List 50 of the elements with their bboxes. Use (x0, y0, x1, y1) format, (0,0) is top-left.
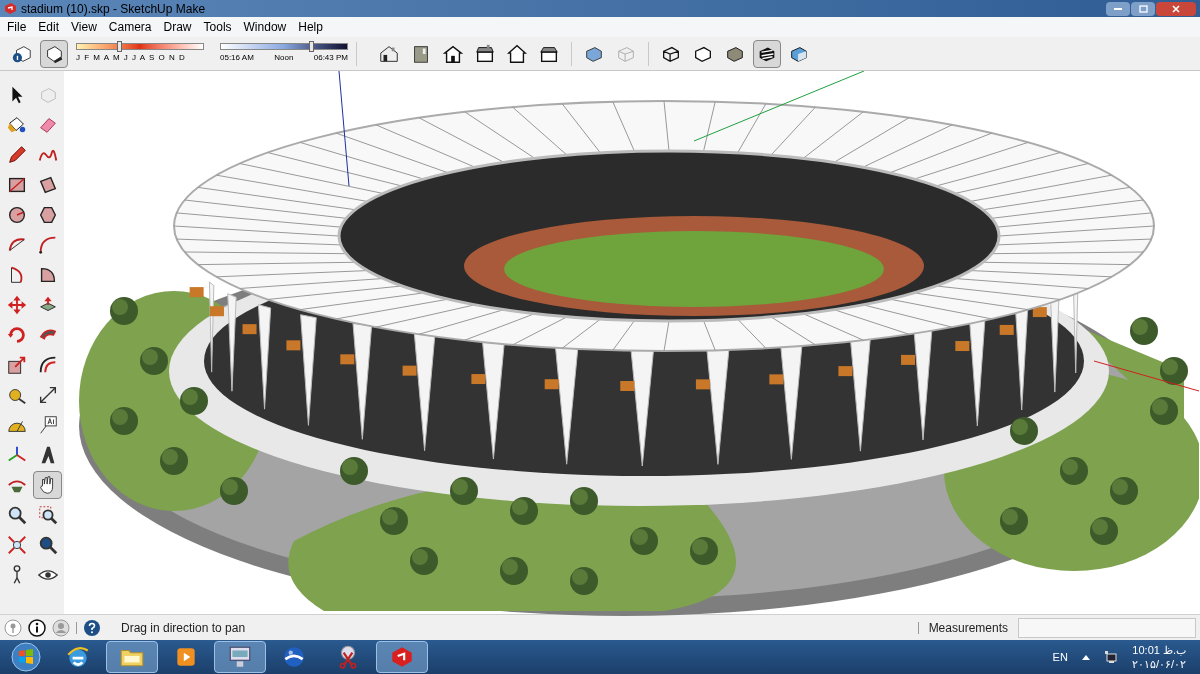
windows-orb-icon (11, 642, 41, 672)
zoom-extents-icon (5, 534, 28, 556)
tool-button[interactable] (33, 471, 62, 499)
menu-item[interactable]: Draw (163, 18, 192, 36)
menu-item[interactable]: Window (243, 18, 287, 36)
network-icon[interactable] (1103, 650, 1118, 664)
scale-icon (5, 354, 28, 376)
app-logo-icon (4, 2, 17, 15)
window-title: stadium (10).skp - SketchUp Make (21, 0, 206, 18)
close-button[interactable] (1156, 1, 1196, 16)
move-arrows-icon (5, 294, 28, 316)
menu-item[interactable]: Edit (38, 18, 60, 36)
maximize-icon (1138, 4, 1148, 13)
monitor-keyboard-icon (227, 644, 253, 670)
slider-thumb[interactable] (117, 41, 123, 52)
time-label: Noon (274, 52, 294, 64)
status-hint: Drag in direction to pan (121, 619, 246, 637)
style-button[interactable] (753, 39, 781, 68)
menu-item[interactable]: Tools (203, 18, 232, 36)
time-label: 06:43 PM (313, 52, 348, 64)
time-label: 05:16 AM (220, 52, 254, 64)
globe-icon (281, 644, 307, 670)
measurements-field[interactable] (1018, 617, 1196, 638)
slider-track[interactable] (76, 43, 204, 50)
clock-time[interactable]: 10:01 ب.ظ (1132, 643, 1186, 657)
clock-date[interactable]: ۲۰۱۵/۰۶/۰۲ (1131, 657, 1186, 671)
language-indicator[interactable]: EN (1052, 648, 1068, 666)
maximize-button[interactable] (1131, 1, 1155, 16)
minimize-button[interactable] (1106, 1, 1130, 16)
menu-item[interactable]: File (7, 18, 27, 36)
taskbar-app[interactable] (214, 641, 266, 673)
rotate-arrows-icon (5, 324, 28, 346)
menu-item[interactable]: View (71, 18, 97, 36)
house-outline-icon (506, 42, 528, 65)
shadow-toggle[interactable] (40, 39, 68, 68)
close-icon (1172, 4, 1180, 13)
slider-thumb[interactable] (308, 41, 314, 52)
browser-e-icon (65, 644, 91, 670)
menu-item[interactable]: Camera (108, 18, 152, 36)
minimize-icon (1114, 7, 1122, 10)
menu-item[interactable]: Help (298, 18, 323, 36)
help-icon[interactable] (83, 618, 101, 637)
zoom-window-icon (36, 504, 59, 526)
caret-up-icon[interactable] (1081, 654, 1090, 660)
info-icon[interactable] (28, 618, 46, 637)
location-pin-icon[interactable] (4, 618, 22, 637)
measurements-label: Measurements (927, 619, 1009, 637)
house-right-icon (474, 42, 496, 65)
slider-track[interactable] (220, 43, 348, 50)
month-labels: J F M A M J J A S O N D (76, 52, 187, 64)
